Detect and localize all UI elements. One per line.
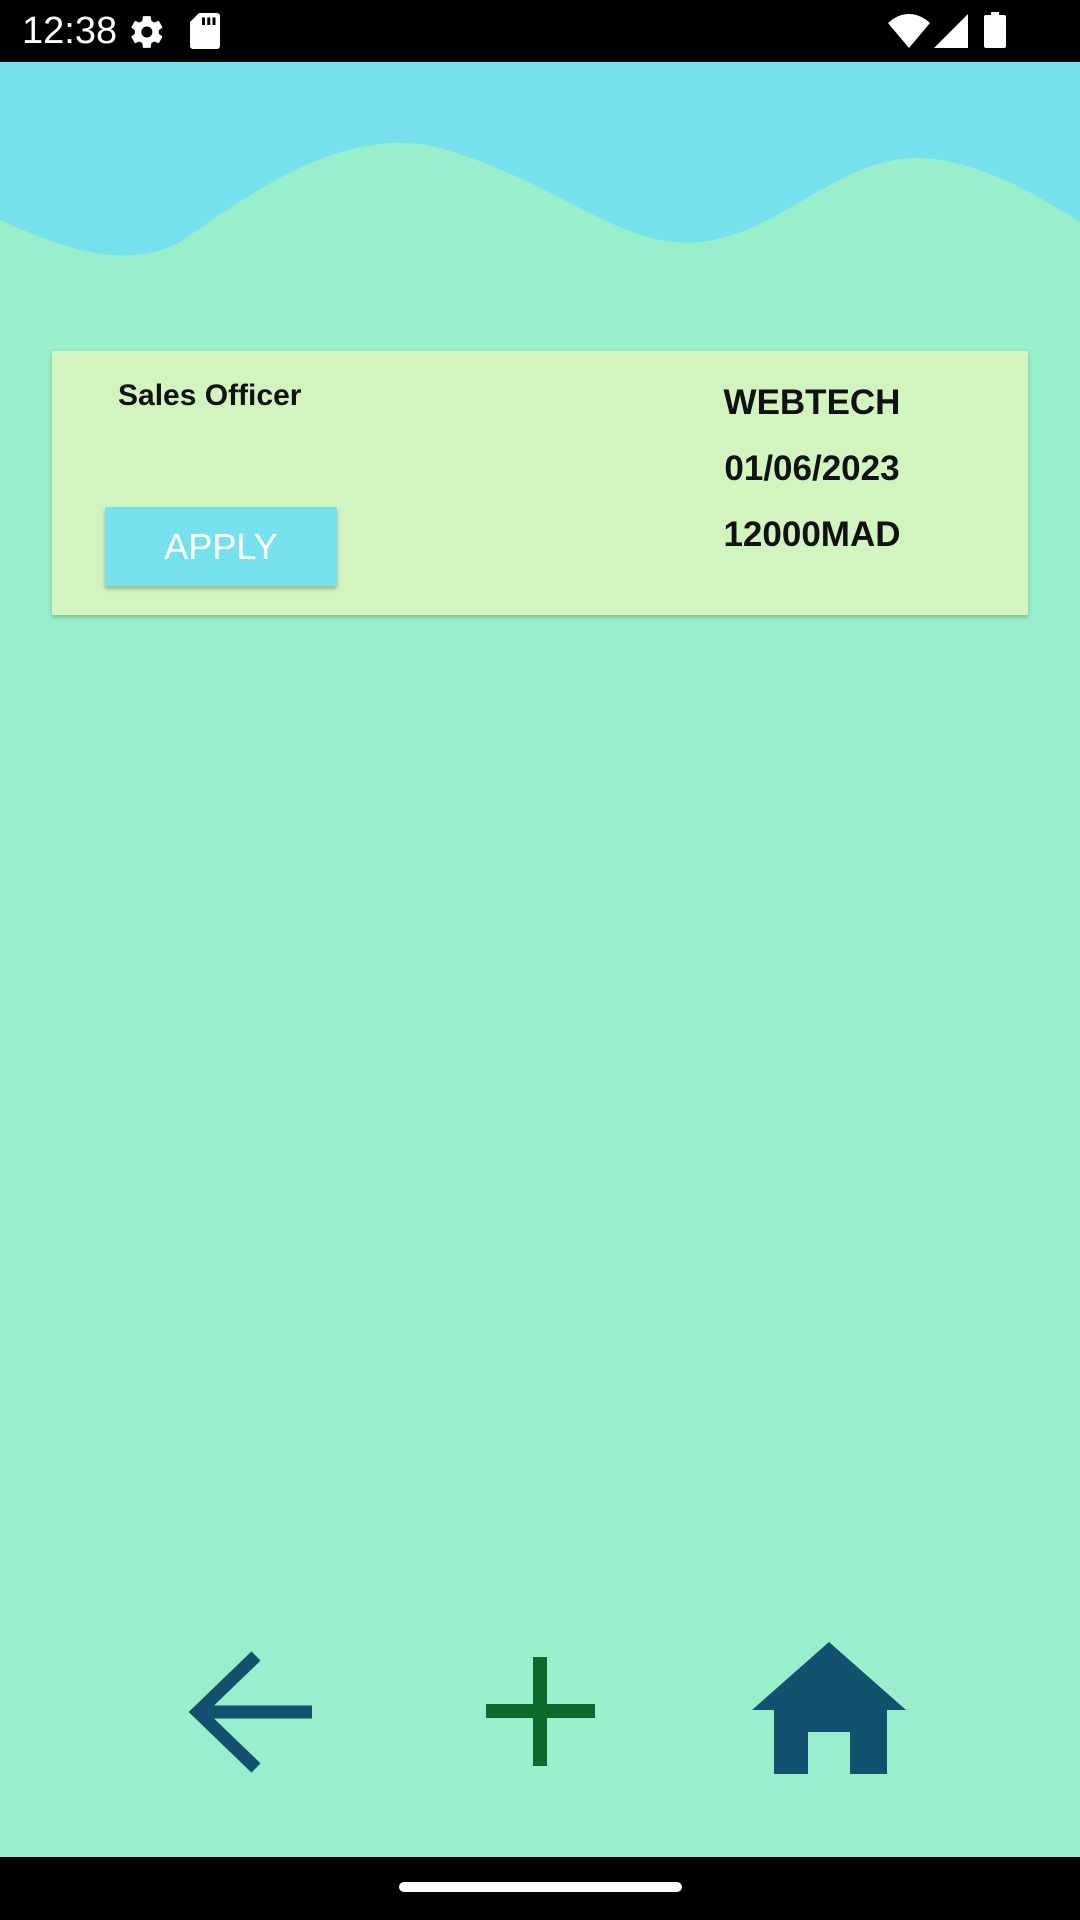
job-date: 01/06/2023 — [724, 449, 900, 488]
status-time: 12:38 — [22, 10, 118, 52]
company-name: WEBTECH — [723, 383, 901, 422]
arrow-left-icon[interactable] — [186, 1650, 314, 1779]
status-bar: 12:38 — [0, 0, 1080, 62]
home-icon[interactable] — [752, 1642, 906, 1779]
cell-signal-icon — [934, 14, 968, 53]
wifi-icon — [888, 14, 930, 53]
sd-card-icon — [190, 13, 220, 54]
battery-icon — [984, 12, 1006, 53]
home-gesture-pill[interactable] — [399, 1882, 682, 1892]
job-salary: 12000MAD — [723, 515, 901, 554]
gear-icon — [128, 13, 166, 56]
job-title: Sales Officer — [118, 379, 302, 412]
apply-button[interactable]: APPLY — [105, 507, 337, 586]
header-wave — [0, 62, 1080, 256]
plus-icon[interactable] — [486, 1657, 596, 1772]
job-card[interactable]: Sales Officer APPLY WEBTECH 01/06/2023 1… — [52, 351, 1028, 615]
